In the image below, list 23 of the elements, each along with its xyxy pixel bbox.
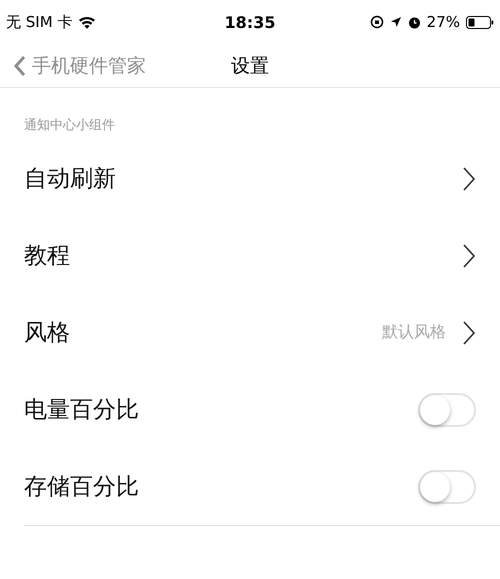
battery-percent: 27%	[426, 13, 460, 31]
chevron-left-icon	[14, 54, 26, 76]
carrier-text: 无 SIM 卡	[6, 12, 72, 32]
chevron-right-icon	[462, 166, 476, 192]
location-arrow-icon	[390, 16, 402, 28]
setting-label: 电量百分比	[24, 396, 139, 425]
setting-label: 存储百分比	[24, 473, 139, 502]
chevron-right-icon	[462, 242, 476, 268]
setting-label: 自动刷新	[24, 165, 116, 194]
toggle-switch[interactable]	[418, 470, 476, 504]
setting-value: 默认风格	[382, 322, 446, 343]
setting-label: 风格	[24, 319, 70, 348]
wifi-icon	[78, 15, 96, 29]
battery-icon	[466, 16, 494, 28]
back-button[interactable]: 手机硬件管家	[0, 52, 146, 78]
setting-label: 教程	[24, 242, 70, 271]
clock-time: 18:35	[224, 12, 276, 32]
section-header: 通知中心小组件	[24, 117, 116, 135]
page-title: 设置	[231, 54, 269, 78]
toggle-switch[interactable]	[418, 392, 476, 426]
chevron-right-icon	[462, 320, 476, 346]
rotation-lock-icon	[370, 15, 384, 29]
alarm-clock-icon	[408, 16, 421, 28]
